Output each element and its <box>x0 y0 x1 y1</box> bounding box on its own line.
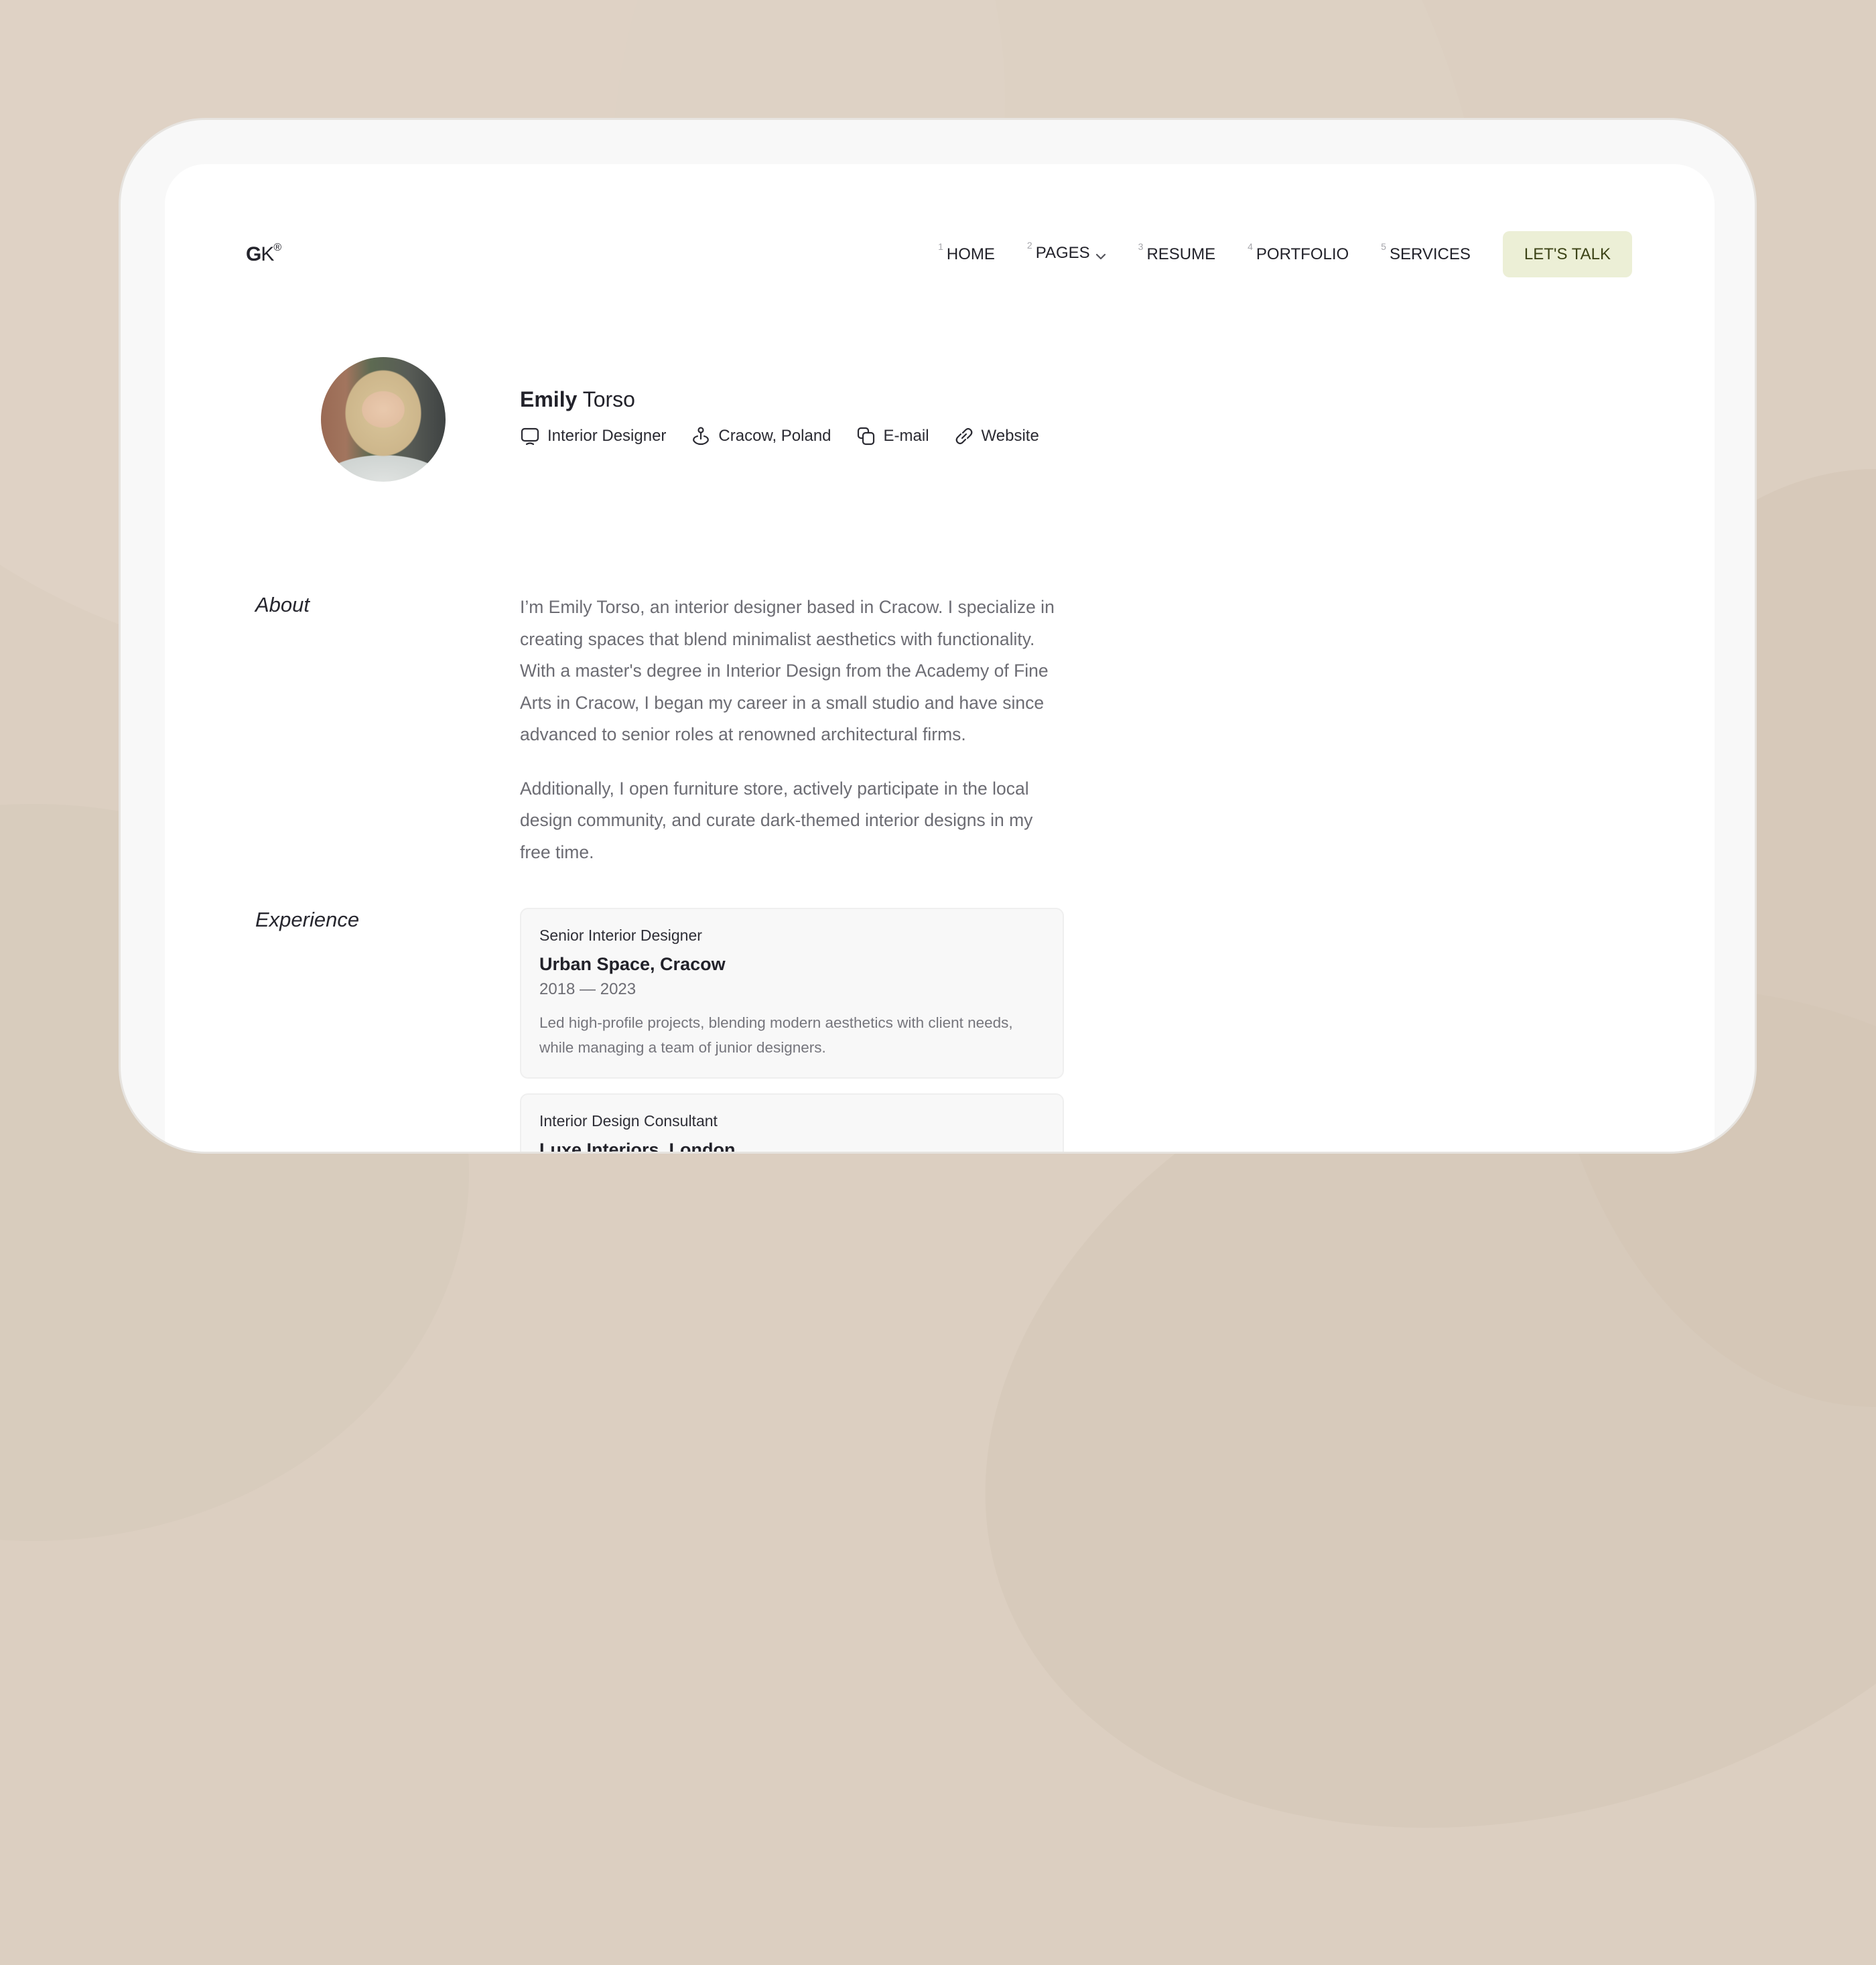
nav-label: HOME <box>946 245 995 263</box>
chevron-down-icon <box>1095 247 1106 265</box>
nav-label: SERVICES <box>1389 245 1471 263</box>
experience-card: Interior Design Consultant Luxe Interior… <box>520 1093 1064 1154</box>
nav-number: 5 <box>1381 241 1386 252</box>
device-frame: GK® 1 HOME 2 PAGES 3 RESUME 4 PORTFOLIO <box>119 118 1757 1154</box>
nav-number: 1 <box>938 241 943 252</box>
occupation-label: Interior Designer <box>547 427 667 445</box>
job-role: Senior Interior Designer <box>539 927 702 944</box>
nav-label: PORTFOLIO <box>1256 245 1349 263</box>
nav-number: 2 <box>1026 239 1032 251</box>
nav-item-home[interactable]: 1 HOME <box>938 241 995 264</box>
profile-location: Cracow, Poland <box>691 426 831 446</box>
profile-occupation: Interior Designer <box>520 426 666 446</box>
nav-label: PAGES <box>1035 243 1090 262</box>
nav-label: RESUME <box>1146 245 1216 263</box>
nav-number: 4 <box>1248 241 1253 252</box>
resume-page: GK® 1 HOME 2 PAGES 3 RESUME 4 PORTFOLIO <box>165 164 1715 1154</box>
registered-mark: ® <box>273 242 281 253</box>
copy-icon <box>857 427 874 446</box>
job-company: Urban Space, Cracow <box>539 954 726 974</box>
lets-talk-button[interactable]: LET'S TALK <box>1502 231 1632 277</box>
nav-item-portfolio[interactable]: 4 PORTFOLIO <box>1248 241 1349 264</box>
link-icon <box>955 427 972 445</box>
about-text: I’m Emily Torso, an interior designer ba… <box>520 592 1063 890</box>
avatar <box>321 357 446 482</box>
first-name: Emily <box>520 387 578 411</box>
email-link[interactable]: E-mail <box>856 426 929 446</box>
job-period: 2018 — 2023 <box>539 980 636 998</box>
nav-item-pages[interactable]: 2 PAGES <box>1027 240 1106 265</box>
job-company: Luxe Interiors, London <box>539 1140 736 1154</box>
monitor-icon <box>521 427 539 446</box>
last-name: Torso <box>582 387 635 411</box>
logo-letter-k: K <box>261 243 274 265</box>
website-link[interactable]: Website <box>954 426 1039 446</box>
about-heading: About <box>255 593 310 616</box>
location-label: Cracow, Poland <box>718 427 831 445</box>
logo-letter-g: G <box>246 243 261 265</box>
email-label: E-mail <box>883 427 929 445</box>
about-paragraph: Additionally, I open furniture store, ac… <box>520 778 1033 862</box>
profile-name: Emily Torso <box>520 387 635 412</box>
nav-number: 3 <box>1138 241 1144 252</box>
nav-item-resume[interactable]: 3 RESUME <box>1138 241 1216 264</box>
website-label: Website <box>981 427 1039 445</box>
profile-meta: Interior Designer Cracow, Poland E-mail … <box>520 426 1064 446</box>
nav-item-services[interactable]: 5 SERVICES <box>1381 241 1471 264</box>
site-logo[interactable]: GK® <box>246 242 281 266</box>
job-description: Led high-profile projects, blending mode… <box>539 1014 1013 1056</box>
experience-card: Senior Interior Designer Urban Space, Cr… <box>520 908 1064 1079</box>
job-role: Interior Design Consultant <box>539 1112 718 1130</box>
location-pin-icon <box>693 427 710 446</box>
experience-heading: Experience <box>255 908 360 931</box>
main-nav: 1 HOME 2 PAGES 3 RESUME 4 PORTFOLIO 5 SE… <box>938 231 1632 277</box>
about-paragraph: I’m Emily Torso, an interior designer ba… <box>520 597 1055 744</box>
